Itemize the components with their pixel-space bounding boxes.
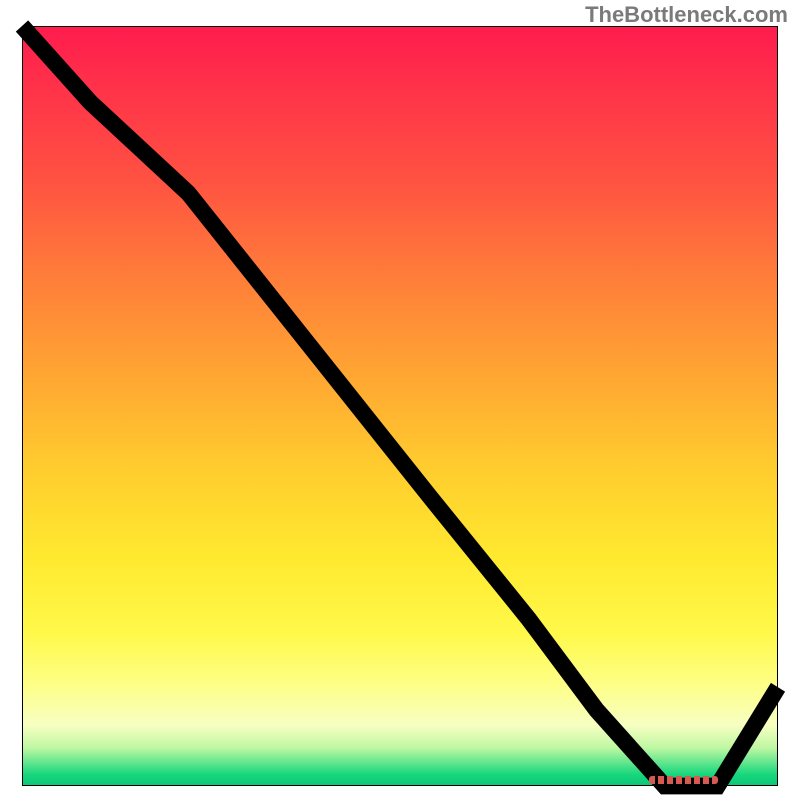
plot-area [22,26,778,786]
optimum-marker [649,776,717,784]
attribution-text: TheBottleneck.com [585,2,788,28]
curve-path [22,26,778,786]
bottleneck-curve [22,26,778,786]
